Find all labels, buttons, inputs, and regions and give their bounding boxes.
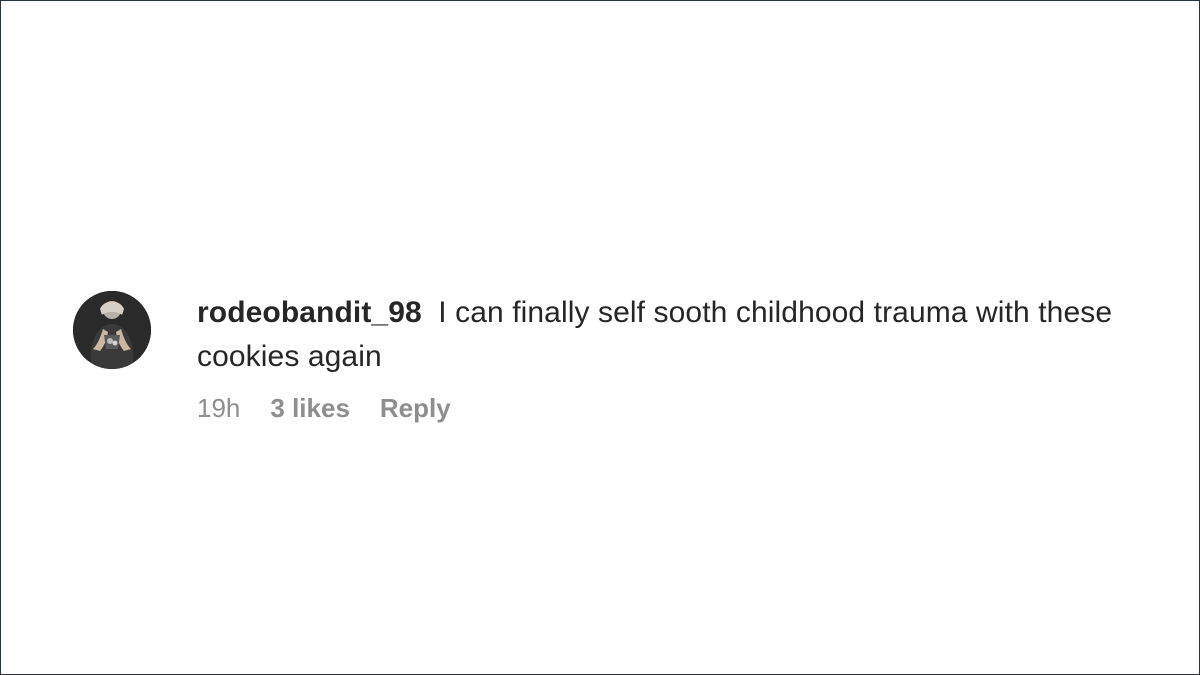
avatar[interactable]: [73, 291, 151, 369]
reply-button[interactable]: Reply: [380, 393, 451, 423]
comment-likes[interactable]: 3 likes: [270, 393, 350, 423]
comment-username[interactable]: rodeobandit_98: [197, 296, 422, 329]
profile-picture-icon: [73, 291, 151, 369]
comment-text-block: rodeobandit_98 I can finally self sooth …: [197, 291, 1137, 379]
comment-screenshot-frame: rodeobandit_98 I can finally self sooth …: [0, 0, 1200, 675]
comment-timestamp[interactable]: 19h: [197, 393, 240, 423]
comment-body: rodeobandit_98 I can finally self sooth …: [197, 291, 1137, 423]
comment-row: rodeobandit_98 I can finally self sooth …: [73, 291, 1153, 423]
comment-meta: 19h 3 likes Reply: [197, 393, 1137, 423]
